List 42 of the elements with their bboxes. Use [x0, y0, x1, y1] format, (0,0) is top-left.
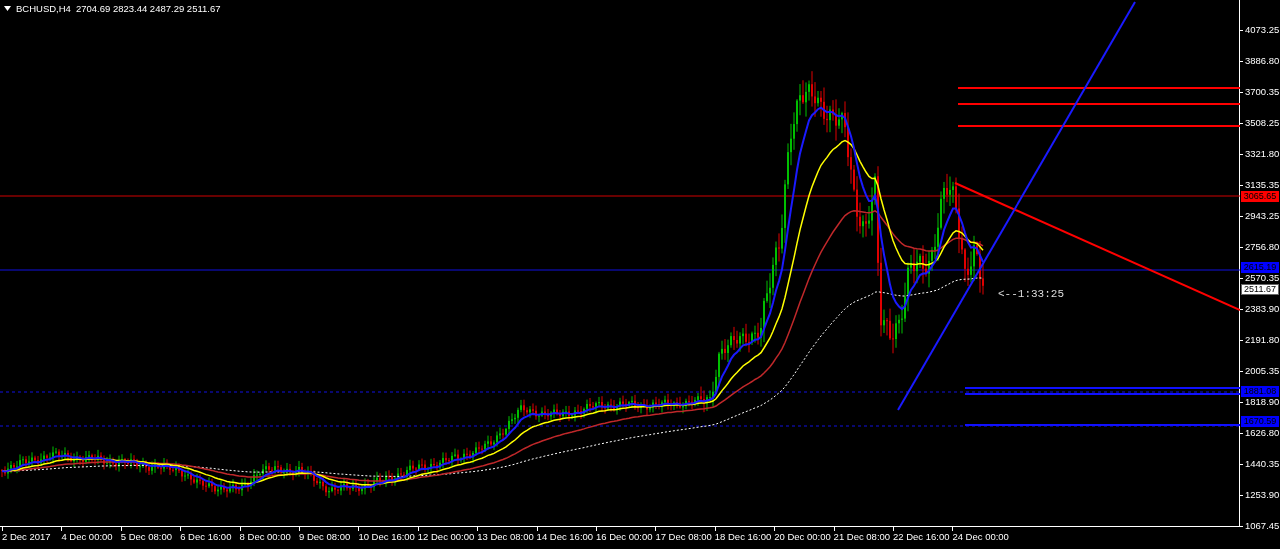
time-axis-label: 8 Dec 00:00 — [239, 531, 291, 542]
time-axis-label: 20 Dec 00:00 — [774, 531, 831, 542]
bar-countdown: <--1:33:25 — [998, 288, 1064, 300]
time-axis-label: 5 Dec 08:00 — [120, 531, 173, 542]
ohlc-values: 2704.69 2823.44 2487.29 2511.67 — [75, 3, 221, 14]
time-axis-label: 21 Dec 08:00 — [833, 531, 891, 542]
price-tick-label: 1626.80 — [1245, 428, 1280, 438]
time-axis-label: 24 Dec 00:00 — [952, 531, 1009, 542]
price-tick-label: 3321.80 — [1245, 149, 1280, 159]
time-axis-label: 9 Dec 08:00 — [299, 531, 351, 542]
symbol-label: BCHUSD,H4 — [16, 3, 71, 14]
price-tick-label: 2383.90 — [1245, 304, 1280, 314]
price-tick-label: 3886.80 — [1245, 56, 1280, 66]
price-tick-label: 3508.25 — [1245, 118, 1280, 128]
price-tick-label: 4073.25 — [1245, 25, 1280, 35]
time-axis-label: 10 Dec 16:00 — [358, 531, 415, 542]
price-tick-label: 1818.90 — [1245, 397, 1280, 407]
time-axis-label: 12 Dec 00:00 — [417, 531, 475, 542]
price-tick-label: 2005.35 — [1245, 366, 1280, 376]
time-axis-label: 13 Dec 08:00 — [477, 531, 534, 542]
price-tick-label: 1067.45 — [1245, 521, 1280, 531]
price-tick-label: 2943.25 — [1245, 211, 1280, 221]
price-label: 2511.67 — [1241, 284, 1279, 295]
price-label: 1881.08 — [1241, 386, 1279, 397]
time-axis-label: 4 Dec 00:00 — [61, 531, 113, 542]
time-axis-label: 18 Dec 16:00 — [714, 531, 772, 542]
price-tick-label: 3135.35 — [1245, 180, 1280, 190]
time-axis-label: 2 Dec 2017 — [2, 531, 51, 542]
price-label: 2615.19 — [1241, 262, 1279, 273]
price-label: 1670.59 — [1241, 416, 1279, 427]
price-tick-label: 3700.35 — [1245, 87, 1280, 97]
time-axis-label: 17 Dec 08:00 — [655, 531, 712, 542]
time-axis-label: 22 Dec 16:00 — [893, 531, 950, 542]
time-axis-label: 16 Dec 00:00 — [596, 531, 653, 542]
price-tick-label: 2756.80 — [1245, 242, 1280, 252]
price-tick-label: 2191.80 — [1245, 335, 1280, 345]
price-label: 3065.65 — [1241, 190, 1279, 202]
price-tick-label: 1440.35 — [1245, 459, 1280, 469]
price-tick-label: 1253.90 — [1245, 490, 1280, 500]
time-axis-label: 6 Dec 16:00 — [180, 531, 232, 542]
price-tick-label: 2570.35 — [1245, 273, 1280, 283]
time-axis-label: 14 Dec 16:00 — [536, 531, 594, 542]
